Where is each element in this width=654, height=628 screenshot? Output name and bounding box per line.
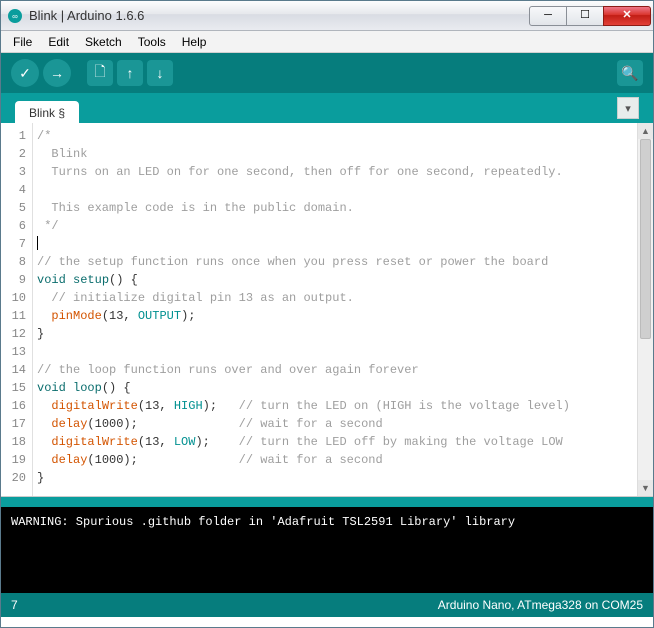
code-line: pinMode(13, OUTPUT); xyxy=(37,307,633,325)
minimize-icon: ─ xyxy=(544,10,552,21)
arrow-up-icon: ↑ xyxy=(127,65,134,81)
close-icon: ✕ xyxy=(622,10,631,21)
status-board-info: Arduino Nano, ATmega328 on COM25 xyxy=(438,598,643,612)
tab-label: Blink § xyxy=(29,106,65,120)
line-number: 20 xyxy=(3,469,26,487)
chevron-down-icon: ▾ xyxy=(625,102,631,115)
menu-tools[interactable]: Tools xyxy=(130,33,174,51)
minimize-button[interactable]: ─ xyxy=(529,6,567,26)
line-number: 5 xyxy=(3,199,26,217)
line-number: 2 xyxy=(3,145,26,163)
code-line: /* xyxy=(37,127,633,145)
scroll-down-arrow-icon[interactable]: ▼ xyxy=(638,480,653,496)
code-line: */ xyxy=(37,217,633,235)
arduino-app-icon: ∞ xyxy=(7,8,23,24)
line-number: 1 xyxy=(3,127,26,145)
menu-file[interactable]: File xyxy=(5,33,40,51)
open-sketch-button[interactable]: ↑ xyxy=(117,60,143,86)
scroll-thumb[interactable] xyxy=(640,139,651,339)
vertical-scrollbar[interactable]: ▲ ▼ xyxy=(637,123,653,496)
code-line xyxy=(37,181,633,199)
maximize-icon: ☐ xyxy=(580,10,590,21)
code-line: // the loop function runs over and over … xyxy=(37,361,633,379)
console-line: WARNING: Spurious .github folder in 'Ada… xyxy=(11,515,643,529)
new-sketch-button[interactable]: 🗋 xyxy=(87,60,113,86)
tab-menu-button[interactable]: ▾ xyxy=(617,97,639,119)
arrow-down-icon: ↓ xyxy=(157,65,164,81)
code-line: // initialize digital pin 13 as an outpu… xyxy=(37,289,633,307)
verify-button[interactable]: ✓ xyxy=(11,59,39,87)
scroll-up-arrow-icon[interactable]: ▲ xyxy=(638,123,653,139)
code-line xyxy=(37,343,633,361)
window-titlebar: ∞ Blink | Arduino 1.6.6 ─ ☐ ✕ xyxy=(1,1,653,31)
serial-monitor-button[interactable]: 🔍 xyxy=(617,60,643,86)
line-number: 8 xyxy=(3,253,26,271)
code-line: } xyxy=(37,325,633,343)
code-area[interactable]: /* Blink Turns on an LED on for one seco… xyxy=(33,123,637,496)
upload-button[interactable]: → xyxy=(43,59,71,87)
toolbar: ✓ → 🗋 ↑ ↓ 🔍 xyxy=(1,53,653,93)
code-line: digitalWrite(13, LOW); // turn the LED o… xyxy=(37,433,633,451)
code-line: } xyxy=(37,469,633,487)
window-title: Blink | Arduino 1.6.6 xyxy=(29,8,530,23)
line-number: 19 xyxy=(3,451,26,469)
arrow-right-icon: → xyxy=(50,65,64,81)
line-number: 11 xyxy=(3,307,26,325)
status-bar: 7 Arduino Nano, ATmega328 on COM25 xyxy=(1,593,653,617)
scroll-track[interactable] xyxy=(638,139,653,480)
code-line: delay(1000); // wait for a second xyxy=(37,451,633,469)
code-line: // the setup function runs once when you… xyxy=(37,253,633,271)
menu-help[interactable]: Help xyxy=(174,33,215,51)
code-line: Blink xyxy=(37,145,633,163)
line-number: 6 xyxy=(3,217,26,235)
menu-sketch[interactable]: Sketch xyxy=(77,33,130,51)
line-number: 4 xyxy=(3,181,26,199)
line-number: 3 xyxy=(3,163,26,181)
check-icon: ✓ xyxy=(19,65,31,82)
menubar: File Edit Sketch Tools Help xyxy=(1,31,653,53)
code-line: void setup() { xyxy=(37,271,633,289)
line-number: 16 xyxy=(3,397,26,415)
line-number: 14 xyxy=(3,361,26,379)
file-icon: 🗋 xyxy=(94,61,105,85)
menu-edit[interactable]: Edit xyxy=(40,33,77,51)
console-output[interactable]: WARNING: Spurious .github folder in 'Ada… xyxy=(1,507,653,593)
maximize-button[interactable]: ☐ xyxy=(566,6,604,26)
line-gutter: 1234567891011121314151617181920 xyxy=(1,123,33,496)
line-number: 17 xyxy=(3,415,26,433)
tab-row: Blink § ▾ xyxy=(1,93,653,123)
tab-blink[interactable]: Blink § xyxy=(15,101,79,124)
status-cursor-line: 7 xyxy=(11,598,18,612)
line-number: 18 xyxy=(3,433,26,451)
magnifier-icon: 🔍 xyxy=(621,65,638,82)
code-line: void loop() { xyxy=(37,379,633,397)
panel-divider[interactable] xyxy=(1,497,653,507)
code-line: delay(1000); // wait for a second xyxy=(37,415,633,433)
code-line: Turns on an LED on for one second, then … xyxy=(37,163,633,181)
line-number: 12 xyxy=(3,325,26,343)
line-number: 13 xyxy=(3,343,26,361)
line-number: 7 xyxy=(3,235,26,253)
code-line xyxy=(37,235,633,253)
close-button[interactable]: ✕ xyxy=(603,6,651,26)
line-number: 15 xyxy=(3,379,26,397)
code-line: This example code is in the public domai… xyxy=(37,199,633,217)
editor: 1234567891011121314151617181920 /* Blink… xyxy=(1,123,653,497)
window-buttons: ─ ☐ ✕ xyxy=(530,6,651,26)
code-line: digitalWrite(13, HIGH); // turn the LED … xyxy=(37,397,633,415)
line-number: 10 xyxy=(3,289,26,307)
line-number: 9 xyxy=(3,271,26,289)
svg-text:∞: ∞ xyxy=(12,12,18,21)
save-sketch-button[interactable]: ↓ xyxy=(147,60,173,86)
